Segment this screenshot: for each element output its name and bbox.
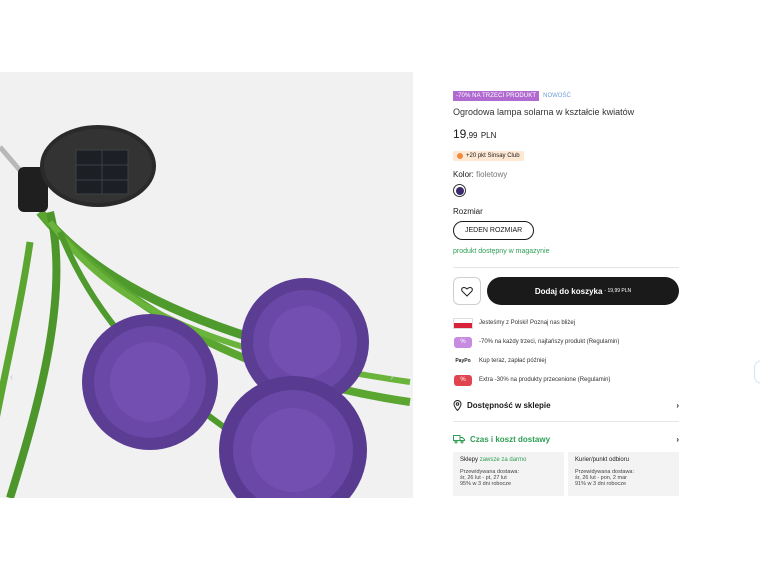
club-icon	[457, 153, 463, 159]
color-value: fioletowy	[476, 170, 508, 179]
feature-row[interactable]: Jesteśmy z Polski! Poznaj nas bliżej	[453, 317, 679, 329]
price-currency: PLN	[480, 131, 497, 140]
paypo-icon: PayPo	[455, 358, 471, 364]
discount-tag-icon: %	[454, 374, 472, 386]
card-title: Sklepy	[460, 457, 479, 463]
color-label-text: Kolor:	[453, 170, 474, 179]
color-label: Kolor: fioletowy	[453, 170, 679, 179]
feature-text: Kup teraz, zapłać później	[479, 358, 547, 364]
add-to-cart-label: Dodaj do koszyka	[534, 286, 603, 296]
feature-text: Extra -30% na produkty przecenione (Regu…	[479, 377, 611, 383]
promo-badge: -70% NA TRZECI PRODUKT	[453, 91, 540, 101]
badges: -70% NA TRZECI PRODUKT NOWOŚĆ	[453, 91, 679, 101]
card-note: zawsze za darmo	[479, 457, 527, 463]
store-availability-label: Dostępność w sklepie	[467, 401, 551, 410]
delivery-card-stores: Sklepy zawsze za darmo Przewidywana dost…	[453, 452, 564, 496]
add-to-cart-price: - 19,99 PLN	[604, 288, 632, 294]
club-points-text: +20 pkt Sinsay Club	[466, 153, 520, 159]
truck-icon	[453, 435, 465, 444]
solar-flower-lamp-illustration	[0, 72, 413, 498]
price-decimals: ,99	[466, 131, 478, 140]
feature-row[interactable]: PayPo Kup teraz, zapłać później	[453, 355, 679, 367]
divider	[453, 267, 679, 268]
feature-text: Jesteśmy z Polski! Poznaj nas bliżej	[479, 320, 576, 326]
delivery-label: Czas i koszt dostawy	[470, 434, 551, 444]
new-badge: NOWOŚĆ	[543, 93, 571, 99]
size-option-button[interactable]: JEDEN ROZMIAR	[453, 221, 535, 240]
cart-actions: Dodaj do koszyka - 19,99 PLN	[453, 277, 679, 305]
color-swatch-violet[interactable]	[453, 184, 466, 197]
club-points-badge[interactable]: +20 pkt Sinsay Club	[453, 151, 524, 161]
poland-flag-icon	[453, 317, 473, 329]
feature-text: -70% na każdy trzeci, najtańszy produkt …	[479, 339, 620, 345]
swatch-fill	[455, 186, 464, 195]
wishlist-button[interactable]	[453, 277, 481, 305]
chevron-right-icon: ›	[676, 434, 679, 444]
delivery-cards: Sklepy zawsze za darmo Przewidywana dost…	[453, 452, 679, 496]
price-main: 19	[453, 127, 467, 141]
product-title: Ogrodowa lampa solarna w kształcie kwiat…	[453, 107, 635, 117]
feature-row[interactable]: % -70% na każdy trzeci, najtańszy produk…	[453, 336, 679, 348]
product-price: 19,99 PLN	[453, 127, 679, 141]
product-info-panel: -70% NA TRZECI PRODUKT NOWOŚĆ Ogrodowa l…	[453, 91, 679, 496]
store-availability-row[interactable]: Dostępność w sklepie ›	[453, 400, 679, 411]
product-image[interactable]: ‹ ›	[0, 72, 413, 498]
card-line: 91% w 3 dni robocze	[575, 481, 627, 487]
card-line: 95% w 3 dni robocze	[460, 481, 512, 487]
side-help-button[interactable]	[754, 360, 760, 384]
percent-tag-icon: %	[454, 336, 472, 348]
chevron-left-icon[interactable]: ‹	[10, 372, 20, 388]
add-to-cart-button[interactable]: Dodaj do koszyka - 19,99 PLN	[487, 277, 679, 305]
size-label: Rozmiar	[453, 207, 483, 216]
availability-status: produkt dostępny w magazynie	[453, 248, 550, 255]
delivery-card-courier: Kurier/punkt odbioru Przewidywana dostaw…	[568, 452, 679, 496]
divider	[453, 421, 679, 422]
feature-row[interactable]: % Extra -30% na produkty przecenione (Re…	[453, 374, 679, 386]
card-title: Kurier/punkt odbioru	[575, 457, 630, 463]
heart-icon	[461, 286, 473, 297]
location-pin-icon	[453, 400, 462, 411]
chevron-right-icon: ›	[676, 401, 679, 410]
chevron-right-icon[interactable]: ›	[390, 372, 400, 388]
delivery-row[interactable]: Czas i koszt dostawy ›	[453, 434, 679, 444]
